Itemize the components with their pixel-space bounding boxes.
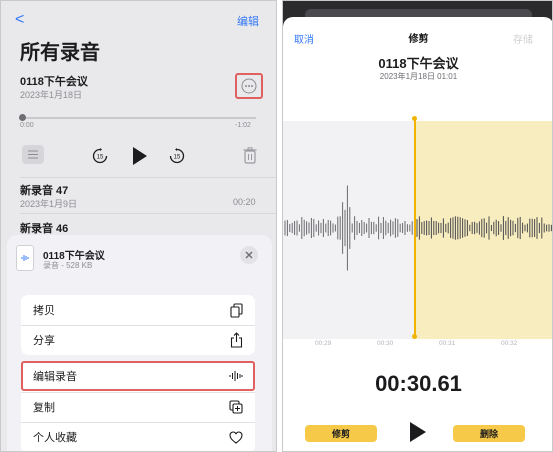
page-title: 所有录音 (20, 42, 100, 64)
trim-recording-screen: 取消 修剪 存储 0118下午会议 2023年1月18日 01:01 00:29… (282, 0, 553, 452)
skip-forward-15-icon[interactable]: 15 (168, 147, 186, 165)
back-button[interactable]: < (15, 11, 24, 29)
menu-item-edit-recording[interactable]: 编辑录音 (21, 361, 255, 391)
recordings-list-screen: < 编辑 所有录音 0118下午会议 2023年1月18日 0:00 -1:02… (0, 0, 277, 452)
current-time: 00:30.61 (375, 371, 462, 396)
waveform-icon (229, 371, 243, 381)
recording-date: 2023年1月18日 (20, 90, 83, 100)
share-icon (230, 332, 243, 348)
divider (20, 177, 276, 178)
svg-text:15: 15 (97, 155, 104, 161)
recording-item[interactable]: 新录音 46 (1, 215, 276, 237)
recording-item[interactable]: 新录音 47 2023年1月9日 00:20 (1, 179, 276, 213)
svg-text:15: 15 (174, 155, 181, 161)
scrubber-handle[interactable] (19, 114, 26, 121)
menu-item-favorite[interactable]: 个人收藏 (21, 422, 255, 451)
recording-date: 2023年1月9日 (20, 199, 78, 209)
recording-title: 0118下午会议 (20, 76, 88, 88)
delete-button[interactable]: 删除 (453, 425, 525, 442)
close-button[interactable] (240, 246, 258, 264)
transcript-options-button[interactable] (22, 145, 44, 164)
trim-handle-top[interactable] (412, 116, 417, 121)
recording-title: 新录音 46 (20, 223, 69, 235)
trash-icon[interactable] (243, 147, 257, 164)
waveform[interactable] (283, 121, 553, 339)
time-tick: 00:30 (377, 340, 394, 347)
more-options-button[interactable] (235, 73, 263, 99)
play-icon[interactable] (409, 421, 427, 443)
elapsed-time: 0:00 (20, 122, 34, 129)
heart-icon (229, 430, 243, 444)
recording-duration: 00:20 (233, 197, 256, 207)
skip-back-15-icon[interactable]: 15 (91, 147, 109, 165)
remaining-time: -1:02 (235, 122, 251, 129)
menu-item-share[interactable]: 分享 (21, 325, 255, 355)
menu-item-duplicate[interactable]: 复制 (21, 392, 255, 422)
time-tick: 00:31 (439, 340, 456, 347)
play-icon[interactable] (131, 146, 149, 166)
list-icon (28, 150, 38, 159)
recording-title: 0118下午会议 (378, 56, 459, 71)
trim-button[interactable]: 修剪 (305, 425, 377, 442)
time-tick: 00:32 (501, 340, 518, 347)
trim-handle-bottom[interactable] (412, 334, 417, 339)
menu-item-copy[interactable]: 拷贝 (21, 295, 255, 325)
recording-subtitle: 2023年1月18日 01:01 (379, 72, 458, 81)
sheet-file-meta: 录音 - 528 KB (43, 261, 93, 270)
recording-item-expanded[interactable]: 0118下午会议 2023年1月18日 0:00 -1:02 15 15 (1, 67, 276, 177)
ellipsis-circle-icon (241, 78, 257, 94)
copy-icon (230, 302, 243, 318)
save-button[interactable]: 存储 (513, 31, 533, 46)
divider (20, 213, 276, 214)
recording-title: 新录音 47 (20, 185, 69, 197)
duplicate-icon (229, 400, 243, 414)
trim-handle[interactable] (414, 119, 416, 337)
close-icon (245, 251, 253, 259)
edit-button[interactable]: 编辑 (237, 13, 259, 29)
playback-scrubber[interactable] (20, 117, 256, 119)
time-tick: 00:29 (315, 340, 332, 347)
audio-file-icon (16, 245, 34, 271)
